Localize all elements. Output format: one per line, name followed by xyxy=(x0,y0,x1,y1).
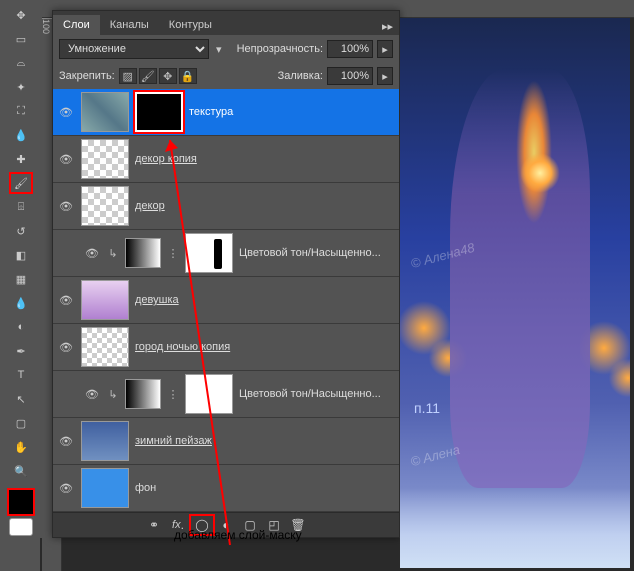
brush-tool[interactable]: 🖌 xyxy=(9,172,33,194)
layer-row[interactable]: 👁 ↳ ⋮ Цветовой тон/Насыщенно... xyxy=(53,371,399,418)
fill-slider-icon[interactable]: ▸ xyxy=(377,67,393,85)
visibility-icon[interactable]: 👁 xyxy=(57,103,75,121)
opacity-input[interactable] xyxy=(327,40,373,58)
layer-mask-thumbnail[interactable] xyxy=(185,233,233,273)
lock-transparency-icon[interactable]: ▨ xyxy=(119,68,137,84)
link-icon: ⋮ xyxy=(167,247,179,260)
layer-thumbnail[interactable] xyxy=(81,327,129,367)
adjustment-thumbnail[interactable] xyxy=(125,238,161,268)
canvas-artwork: © Алена48 © Aлена xyxy=(400,18,630,568)
layer-thumbnail[interactable] xyxy=(81,421,129,461)
visibility-icon[interactable]: 👁 xyxy=(83,385,101,403)
step-annotation: п.11 xyxy=(414,400,440,416)
gradient-tool[interactable]: ▦ xyxy=(9,268,33,290)
layer-row[interactable]: 👁 ↳ ⋮ Цветовой тон/Насыщенно... xyxy=(53,230,399,277)
lock-all-icon[interactable]: 🔒 xyxy=(179,68,197,84)
layer-name[interactable]: декор копия xyxy=(135,153,197,165)
layer-thumbnail[interactable] xyxy=(81,186,129,226)
lock-label: Закрепить: xyxy=(59,70,115,82)
layer-name[interactable]: Цветовой тон/Насыщенно... xyxy=(239,247,381,259)
heal-tool[interactable]: ✚ xyxy=(9,148,33,170)
zoom-tool[interactable]: 🔍 xyxy=(9,460,33,482)
text-tool[interactable]: T xyxy=(9,364,33,386)
clip-icon: ↳ xyxy=(107,388,119,401)
visibility-icon[interactable]: 👁 xyxy=(57,197,75,215)
layer-name[interactable]: декор xyxy=(135,200,165,212)
layer-row[interactable]: 👁 зимний пейзаж xyxy=(53,418,399,465)
layer-list: 👁 текстура 👁 декор копия 👁 декор 👁 ↳ ⋮ Ц… xyxy=(53,89,399,512)
fill-label: Заливка: xyxy=(278,70,323,82)
wand-tool[interactable]: ✦ xyxy=(9,76,33,98)
layer-thumbnail[interactable] xyxy=(81,280,129,320)
layer-name[interactable]: зимний пейзаж xyxy=(135,435,212,447)
crop-tool[interactable]: ⛶ xyxy=(9,100,33,122)
marquee-tool[interactable]: ▭ xyxy=(9,28,33,50)
link-layers-icon[interactable]: ⚭ xyxy=(143,516,165,534)
opacity-slider-icon[interactable]: ▸ xyxy=(377,40,393,58)
layer-mask-thumbnail[interactable] xyxy=(135,92,183,132)
layer-thumbnail[interactable] xyxy=(81,92,129,132)
tab-layers[interactable]: Слои xyxy=(53,15,100,35)
layer-row[interactable]: 👁 город ночью копия xyxy=(53,324,399,371)
watermark: © Aлена xyxy=(409,442,461,470)
link-icon: ⋮ xyxy=(167,388,179,401)
lasso-tool[interactable]: ⌓ xyxy=(9,52,33,74)
dodge-tool[interactable]: ◐ xyxy=(9,316,33,338)
tool-palette: ✥ ▭ ⌓ ✦ ⛶ 💧 ✚ 🖌 ⌹ ↺ ◧ ▦ 💧 ◐ ✒ T ↖ ▢ ✋ 🔍 xyxy=(0,0,42,538)
tab-channels[interactable]: Каналы xyxy=(100,15,159,35)
pen-tool[interactable]: ✒ xyxy=(9,340,33,362)
adjustment-thumbnail[interactable] xyxy=(125,379,161,409)
foreground-color[interactable] xyxy=(7,488,35,516)
layer-name[interactable]: Цветовой тон/Насыщенно... xyxy=(239,388,381,400)
layer-name[interactable]: город ночью копия xyxy=(135,341,230,353)
fill-input[interactable] xyxy=(327,67,373,85)
layer-row[interactable]: 👁 фон xyxy=(53,465,399,512)
layer-name[interactable]: текстура xyxy=(189,106,233,118)
visibility-icon[interactable]: 👁 xyxy=(83,244,101,262)
stamp-tool[interactable]: ⌹ xyxy=(9,196,33,218)
lock-position-icon[interactable]: ✥ xyxy=(159,68,177,84)
layer-thumbnail[interactable] xyxy=(81,468,129,508)
shape-tool[interactable]: ▢ xyxy=(9,412,33,434)
visibility-icon[interactable]: 👁 xyxy=(57,150,75,168)
visibility-icon[interactable]: 👁 xyxy=(57,338,75,356)
blend-dropdown-icon[interactable]: ▾ xyxy=(213,43,225,56)
visibility-icon[interactable]: 👁 xyxy=(57,291,75,309)
layer-name[interactable]: девушка xyxy=(135,294,179,306)
visibility-icon[interactable]: 👁 xyxy=(57,432,75,450)
opacity-label: Непрозрачность: xyxy=(237,43,323,55)
eraser-tool[interactable]: ◧ xyxy=(9,244,33,266)
layer-row[interactable]: 👁 декор xyxy=(53,183,399,230)
layer-row[interactable]: 👁 текстура xyxy=(53,89,399,136)
eyedropper-tool[interactable]: 💧 xyxy=(9,124,33,146)
lock-pixels-icon[interactable]: 🖌 xyxy=(139,68,157,84)
visibility-icon[interactable]: 👁 xyxy=(57,479,75,497)
layer-row[interactable]: 👁 декор копия xyxy=(53,136,399,183)
panel-menu-icon[interactable]: ▸▸ xyxy=(376,18,399,35)
layer-mask-thumbnail[interactable] xyxy=(185,374,233,414)
hand-tool[interactable]: ✋ xyxy=(9,436,33,458)
layer-thumbnail[interactable] xyxy=(81,139,129,179)
blend-mode-select[interactable]: Умножение xyxy=(59,39,209,59)
layer-row[interactable]: 👁 девушка xyxy=(53,277,399,324)
layer-name[interactable]: фон xyxy=(135,482,156,494)
tab-paths[interactable]: Контуры xyxy=(159,15,222,35)
blur-tool[interactable]: 💧 xyxy=(9,292,33,314)
path-tool[interactable]: ↖ xyxy=(9,388,33,410)
background-color[interactable] xyxy=(9,518,33,536)
layers-panel: Слои Каналы Контуры ▸▸ Умножение ▾ Непро… xyxy=(52,10,400,538)
text-annotation: добавляем слой-маску xyxy=(174,528,302,542)
history-brush-tool[interactable]: ↺ xyxy=(9,220,33,242)
move-tool[interactable]: ✥ xyxy=(9,4,33,26)
clip-icon: ↳ xyxy=(107,247,119,260)
